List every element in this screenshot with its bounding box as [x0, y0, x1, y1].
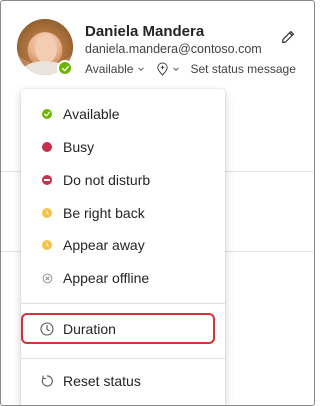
location-pin-icon[interactable]: [156, 62, 169, 76]
avatar-face: [35, 35, 57, 63]
presence-available-badge: [57, 60, 73, 76]
menu-divider: [21, 303, 225, 304]
reset-icon: [40, 374, 54, 388]
user-email: daniela.mandera@contoso.com: [85, 42, 262, 56]
menu-item-label: Appear offline: [63, 270, 150, 286]
menu-item-label: Reset status: [63, 373, 141, 389]
user-name: Daniela Mandera: [85, 23, 205, 40]
do-not-disturb-icon: [41, 174, 53, 186]
menu-item-appear-offline[interactable]: Appear offline: [21, 262, 225, 294]
clock-badge-icon: [41, 207, 53, 219]
status-row: Available Set status message: [85, 61, 296, 77]
menu-item-do-not-disturb[interactable]: Do not disturb: [21, 164, 225, 196]
menu-item-label: Appear away: [63, 237, 145, 253]
status-panel: Daniela Mandera daniela.mandera@contoso.…: [0, 0, 315, 406]
menu-item-be-right-back[interactable]: Be right back: [21, 197, 225, 229]
menu-divider: [21, 358, 225, 359]
chevron-down-icon[interactable]: [172, 65, 180, 73]
checkmark-icon: [61, 65, 69, 71]
menu-item-available[interactable]: Available: [21, 98, 225, 130]
menu-item-reset-status[interactable]: Reset status: [21, 365, 225, 397]
available-icon: [41, 108, 53, 120]
duration-highlight-box: [21, 313, 215, 344]
menu-item-label: Be right back: [63, 205, 145, 221]
chevron-down-icon[interactable]: [137, 65, 145, 73]
menu-item-label: Busy: [63, 139, 95, 155]
menu-item-busy[interactable]: Busy: [21, 131, 225, 163]
menu-item-label: Do not disturb: [63, 172, 151, 188]
status-dropdown-menu: Available Busy Do not disturb Be right b: [21, 89, 225, 405]
menu-item-appear-away[interactable]: Appear away: [21, 229, 225, 261]
edit-profile-button[interactable]: [280, 29, 296, 45]
current-status-dropdown[interactable]: Available: [85, 62, 133, 76]
busy-icon: [41, 141, 53, 153]
menu-item-label: Available: [63, 106, 120, 122]
offline-icon: [41, 272, 53, 284]
set-status-message-link[interactable]: Set status message: [190, 62, 295, 76]
pencil-icon: [282, 31, 294, 43]
clock-badge-icon: [41, 239, 53, 251]
